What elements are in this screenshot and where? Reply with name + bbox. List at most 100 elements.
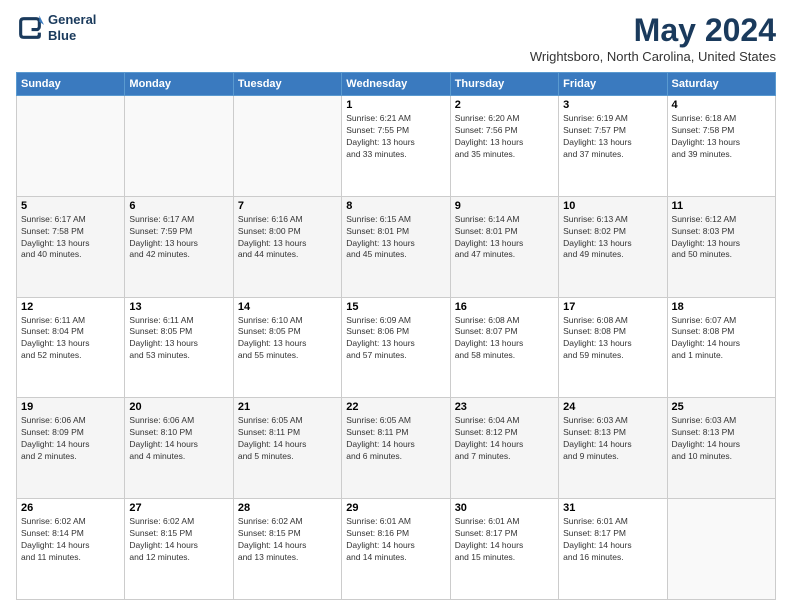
day-number: 9 bbox=[455, 200, 554, 212]
table-cell: 26 Sunrise: 6:02 AM Sunset: 8:14 PM Dayli… bbox=[17, 499, 125, 600]
logo-text: General Blue bbox=[48, 12, 96, 43]
title-section: May 2024 Wrightsboro, North Carolina, Un… bbox=[530, 12, 776, 64]
table-cell: 11 Sunrise: 6:12 AM Sunset: 8:03 PM Dayli… bbox=[667, 196, 775, 297]
day-number: 31 bbox=[563, 502, 662, 514]
month-title: May 2024 bbox=[530, 12, 776, 49]
table-cell: 30 Sunrise: 6:01 AM Sunset: 8:17 PM Dayli… bbox=[450, 499, 558, 600]
day-number: 10 bbox=[563, 200, 662, 212]
col-wednesday: Wednesday bbox=[342, 73, 450, 96]
table-cell bbox=[233, 96, 341, 197]
week-row-3: 12 Sunrise: 6:11 AM Sunset: 8:04 PM Dayli… bbox=[17, 297, 776, 398]
week-row-4: 19 Sunrise: 6:06 AM Sunset: 8:09 PM Dayli… bbox=[17, 398, 776, 499]
days-of-week-row: Sunday Monday Tuesday Wednesday Thursday… bbox=[17, 73, 776, 96]
day-number: 30 bbox=[455, 502, 554, 514]
day-info: Sunrise: 6:05 AM Sunset: 8:11 PM Dayligh… bbox=[238, 415, 337, 463]
week-row-1: 1 Sunrise: 6:21 AM Sunset: 7:55 PM Daylig… bbox=[17, 96, 776, 197]
table-cell: 6Sunrise: 6:17 AM Sunset: 7:59 PM Daylig… bbox=[125, 196, 233, 297]
col-thursday: Thursday bbox=[450, 73, 558, 96]
day-number: 11 bbox=[672, 200, 771, 212]
day-info: Sunrise: 6:03 AM Sunset: 8:13 PM Dayligh… bbox=[563, 415, 662, 463]
day-info: Sunrise: 6:07 AM Sunset: 8:08 PM Dayligh… bbox=[672, 315, 771, 363]
col-sunday: Sunday bbox=[17, 73, 125, 96]
day-number: 26 bbox=[21, 502, 120, 514]
day-info: Sunrise: 6:06 AM Sunset: 8:10 PM Dayligh… bbox=[129, 415, 228, 463]
day-info: Sunrise: 6:11 AM Sunset: 8:05 PM Dayligh… bbox=[129, 315, 228, 363]
table-cell bbox=[125, 96, 233, 197]
table-cell: 7Sunrise: 6:16 AM Sunset: 8:00 PM Daylig… bbox=[233, 196, 341, 297]
table-cell: 2Sunrise: 6:20 AM Sunset: 7:56 PM Daylig… bbox=[450, 96, 558, 197]
day-info: Sunrise: 6:05 AM Sunset: 8:11 PM Dayligh… bbox=[346, 415, 445, 463]
table-cell: 21 Sunrise: 6:05 AM Sunset: 8:11 PM Dayli… bbox=[233, 398, 341, 499]
day-number: 4 bbox=[672, 99, 771, 111]
day-info: Sunrise: 6:04 AM Sunset: 8:12 PM Dayligh… bbox=[455, 415, 554, 463]
day-number: 25 bbox=[672, 401, 771, 413]
table-cell: 1 Sunrise: 6:21 AM Sunset: 7:55 PM Daylig… bbox=[342, 96, 450, 197]
day-number: 24 bbox=[563, 401, 662, 413]
table-cell: 25Sunrise: 6:03 AM Sunset: 8:13 PM Dayli… bbox=[667, 398, 775, 499]
table-cell: 31 Sunrise: 6:01 AM Sunset: 8:17 PM Dayli… bbox=[559, 499, 667, 600]
week-row-2: 5 Sunrise: 6:17 AM Sunset: 7:58 PM Daylig… bbox=[17, 196, 776, 297]
day-number: 20 bbox=[129, 401, 228, 413]
table-cell bbox=[667, 499, 775, 600]
day-info: Sunrise: 6:13 AM Sunset: 8:02 PM Dayligh… bbox=[563, 214, 662, 262]
day-number: 15 bbox=[346, 301, 445, 313]
day-info: Sunrise: 6:17 AM Sunset: 7:58 PM Dayligh… bbox=[21, 214, 120, 262]
day-info: Sunrise: 6:21 AM Sunset: 7:55 PM Dayligh… bbox=[346, 113, 445, 161]
table-cell: 27Sunrise: 6:02 AM Sunset: 8:15 PM Dayli… bbox=[125, 499, 233, 600]
day-number: 13 bbox=[129, 301, 228, 313]
day-number: 28 bbox=[238, 502, 337, 514]
day-info: Sunrise: 6:09 AM Sunset: 8:06 PM Dayligh… bbox=[346, 315, 445, 363]
day-number: 23 bbox=[455, 401, 554, 413]
day-number: 16 bbox=[455, 301, 554, 313]
table-cell: 29Sunrise: 6:01 AM Sunset: 8:16 PM Dayli… bbox=[342, 499, 450, 600]
day-info: Sunrise: 6:11 AM Sunset: 8:04 PM Dayligh… bbox=[21, 315, 120, 363]
table-cell: 24 Sunrise: 6:03 AM Sunset: 8:13 PM Dayli… bbox=[559, 398, 667, 499]
day-number: 21 bbox=[238, 401, 337, 413]
col-friday: Friday bbox=[559, 73, 667, 96]
col-saturday: Saturday bbox=[667, 73, 775, 96]
day-info: Sunrise: 6:08 AM Sunset: 8:07 PM Dayligh… bbox=[455, 315, 554, 363]
table-cell: 23 Sunrise: 6:04 AM Sunset: 8:12 PM Dayli… bbox=[450, 398, 558, 499]
day-number: 6 bbox=[129, 200, 228, 212]
table-cell: 17Sunrise: 6:08 AM Sunset: 8:08 PM Dayli… bbox=[559, 297, 667, 398]
table-cell: 5 Sunrise: 6:17 AM Sunset: 7:58 PM Daylig… bbox=[17, 196, 125, 297]
day-number: 27 bbox=[129, 502, 228, 514]
table-cell: 28 Sunrise: 6:02 AM Sunset: 8:15 PM Dayli… bbox=[233, 499, 341, 600]
table-cell: 8Sunrise: 6:15 AM Sunset: 8:01 PM Daylig… bbox=[342, 196, 450, 297]
day-number: 18 bbox=[672, 301, 771, 313]
day-info: Sunrise: 6:18 AM Sunset: 7:58 PM Dayligh… bbox=[672, 113, 771, 161]
location: Wrightsboro, North Carolina, United Stat… bbox=[530, 49, 776, 64]
logo-icon bbox=[16, 14, 44, 42]
day-number: 1 bbox=[346, 99, 445, 111]
header: General Blue May 2024 Wrightsboro, North… bbox=[16, 12, 776, 64]
day-number: 14 bbox=[238, 301, 337, 313]
day-info: Sunrise: 6:01 AM Sunset: 8:17 PM Dayligh… bbox=[455, 516, 554, 564]
day-number: 7 bbox=[238, 200, 337, 212]
day-number: 12 bbox=[21, 301, 120, 313]
col-monday: Monday bbox=[125, 73, 233, 96]
day-number: 3 bbox=[563, 99, 662, 111]
day-info: Sunrise: 6:15 AM Sunset: 8:01 PM Dayligh… bbox=[346, 214, 445, 262]
day-info: Sunrise: 6:06 AM Sunset: 8:09 PM Dayligh… bbox=[21, 415, 120, 463]
table-cell bbox=[17, 96, 125, 197]
day-number: 5 bbox=[21, 200, 120, 212]
table-cell: 4 Sunrise: 6:18 AM Sunset: 7:58 PM Daylig… bbox=[667, 96, 775, 197]
day-info: Sunrise: 6:12 AM Sunset: 8:03 PM Dayligh… bbox=[672, 214, 771, 262]
day-info: Sunrise: 6:01 AM Sunset: 8:17 PM Dayligh… bbox=[563, 516, 662, 564]
day-info: Sunrise: 6:10 AM Sunset: 8:05 PM Dayligh… bbox=[238, 315, 337, 363]
table-cell: 13 Sunrise: 6:11 AM Sunset: 8:05 PM Dayli… bbox=[125, 297, 233, 398]
day-info: Sunrise: 6:01 AM Sunset: 8:16 PM Dayligh… bbox=[346, 516, 445, 564]
table-cell: 3 Sunrise: 6:19 AM Sunset: 7:57 PM Daylig… bbox=[559, 96, 667, 197]
table-cell: 16 Sunrise: 6:08 AM Sunset: 8:07 PM Dayli… bbox=[450, 297, 558, 398]
table-cell: 19 Sunrise: 6:06 AM Sunset: 8:09 PM Dayli… bbox=[17, 398, 125, 499]
day-info: Sunrise: 6:02 AM Sunset: 8:15 PM Dayligh… bbox=[238, 516, 337, 564]
day-info: Sunrise: 6:19 AM Sunset: 7:57 PM Dayligh… bbox=[563, 113, 662, 161]
logo: General Blue bbox=[16, 12, 96, 43]
table-cell: 15 Sunrise: 6:09 AM Sunset: 8:06 PM Dayli… bbox=[342, 297, 450, 398]
table-cell: 22Sunrise: 6:05 AM Sunset: 8:11 PM Dayli… bbox=[342, 398, 450, 499]
table-cell: 18 Sunrise: 6:07 AM Sunset: 8:08 PM Dayli… bbox=[667, 297, 775, 398]
day-number: 19 bbox=[21, 401, 120, 413]
day-info: Sunrise: 6:02 AM Sunset: 8:14 PM Dayligh… bbox=[21, 516, 120, 564]
day-info: Sunrise: 6:08 AM Sunset: 8:08 PM Dayligh… bbox=[563, 315, 662, 363]
calendar-body: 1 Sunrise: 6:21 AM Sunset: 7:55 PM Daylig… bbox=[17, 96, 776, 600]
